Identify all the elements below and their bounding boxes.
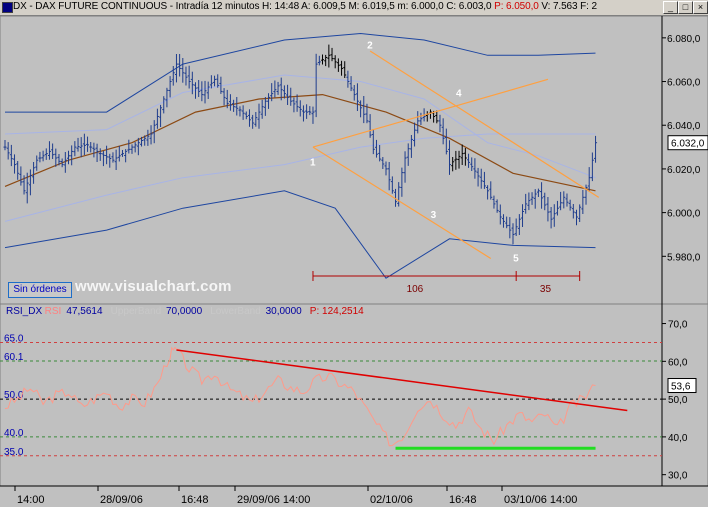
price-y-tick-label: 6.080,0	[667, 34, 701, 45]
bollinger-upper-inner-line	[4, 74, 596, 179]
rsi-line	[4, 346, 596, 447]
rsi-trend-line[interactable]	[176, 349, 628, 412]
rsi-level-label: 65.0	[4, 333, 24, 344]
rsi-y-tick-label: 30,0	[668, 471, 688, 482]
chart-window: DX - DAX FUTURE CONTINUOUS - Intradía 12…	[0, 0, 708, 507]
time-axis-label: 14:00	[17, 494, 45, 506]
rsi-level-label: 60.1	[4, 352, 24, 363]
time-axis-label: 16:48	[449, 494, 477, 506]
time-axis-label: 16:48	[181, 494, 209, 506]
rsi-y-tick-label: 70,0	[668, 320, 688, 331]
time-axis-label: 02/10/06	[370, 494, 413, 506]
rsi-header-item: LowerBand	[210, 306, 261, 317]
pattern-label: 4	[456, 88, 462, 99]
price-y-tick-label: 6.060,0	[667, 78, 701, 89]
pattern-label: 2	[367, 40, 373, 51]
rsi-header-item: 47,5614	[66, 306, 103, 317]
rsi-y-tick-label: 50,0	[668, 395, 688, 406]
pattern-label: 5	[513, 254, 519, 265]
rsi-level-label: 35.0	[4, 447, 24, 458]
orders-button[interactable]: Sin órdenes	[8, 282, 72, 298]
time-axis-label: 29/09/06 14:00	[237, 494, 310, 506]
chart-canvas[interactable]: 6.080,0 6.060,0 6.040,0 6.020,0 6.000,0 5.980…	[0, 0, 708, 507]
pattern-label: 1	[310, 157, 316, 168]
rsi-header-item: P: 124,2514	[310, 306, 364, 317]
time-axis-label: 28/09/06	[100, 494, 143, 506]
rsi-panel	[0, 303, 708, 487]
bollinger-lower-outer-line	[4, 190, 596, 279]
price-y-tick-label: 6.020,0	[667, 165, 701, 176]
pattern-label: 3	[431, 210, 437, 221]
price-y-tick-label: 5.980,0	[667, 252, 701, 263]
last-price-label: 6.032,0	[671, 139, 705, 150]
rsi-y-tick-label: 60,0	[668, 357, 688, 368]
rsi-header-item: UpperBand	[111, 306, 162, 317]
rsi-header-item: RSI_DX	[6, 306, 42, 317]
price-y-tick-label: 6.040,0	[667, 121, 701, 132]
measure-label: 106	[407, 284, 424, 295]
rsi-y-tick-label: 40,0	[668, 433, 688, 444]
rsi-header-item: 70,0000	[166, 306, 203, 317]
last-rsi-label: 53,6	[671, 382, 691, 393]
rsi-header-item: 30,0000	[266, 306, 303, 317]
watermark: www.visualchart.com	[75, 278, 232, 295]
price-y-tick-label: 6.000,0	[667, 209, 701, 220]
rsi-level-label: 40.0	[4, 428, 24, 439]
rsi-header-item: RSI	[45, 306, 62, 317]
channel-line[interactable]	[312, 146, 492, 260]
time-axis-label: 03/10/06 14:00	[504, 494, 577, 506]
measure-label: 35	[540, 284, 552, 295]
